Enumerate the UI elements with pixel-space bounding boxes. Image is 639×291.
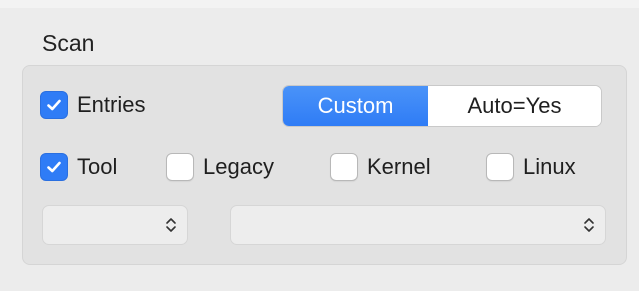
kernel-checkbox-label: Kernel [367, 154, 431, 179]
window-top-edge [0, 0, 639, 8]
mode-segmented-control[interactable]: Custom Auto=Yes [282, 85, 602, 127]
unchecked-box-icon[interactable] [330, 153, 358, 181]
legacy-checkbox-label: Legacy [203, 154, 274, 179]
entries-checkbox-row[interactable]: Entries [40, 91, 145, 119]
chevron-up-down-icon [583, 215, 595, 235]
linux-checkbox-row: Linux [486, 153, 576, 181]
legacy-checkbox[interactable]: Legacy [166, 153, 274, 181]
kernel-checkbox[interactable]: Kernel [330, 153, 431, 181]
unchecked-box-icon[interactable] [486, 153, 514, 181]
segment-custom[interactable]: Custom [283, 86, 428, 126]
linux-checkbox-label: Linux [523, 154, 576, 179]
section-title: Scan [42, 30, 95, 56]
chevron-up-down-icon [165, 215, 177, 235]
left-popup-button[interactable] [42, 205, 188, 245]
right-popup-button[interactable] [230, 205, 606, 245]
entries-checkbox-label: Entries [77, 92, 146, 117]
entries-checkbox[interactable]: Entries [40, 91, 145, 119]
linux-checkbox[interactable]: Linux [486, 153, 576, 181]
segment-auto-yes[interactable]: Auto=Yes [428, 86, 601, 126]
options-row: Tool [40, 153, 117, 181]
kernel-checkbox-row: Kernel [330, 153, 431, 181]
unchecked-box-icon[interactable] [166, 153, 194, 181]
checkmark-icon[interactable] [40, 153, 68, 181]
legacy-checkbox-row: Legacy [166, 153, 274, 181]
tool-checkbox[interactable]: Tool [40, 153, 117, 181]
tool-checkbox-label: Tool [77, 154, 118, 179]
checkmark-icon[interactable] [40, 91, 68, 119]
